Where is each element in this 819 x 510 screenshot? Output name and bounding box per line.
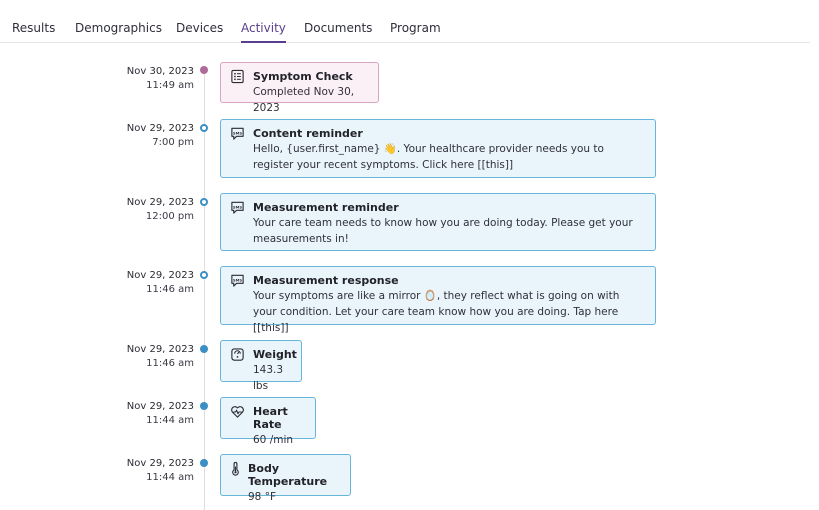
time-text: 11:44 am — [146, 472, 194, 483]
date-text: Nov 29, 2023 — [126, 123, 194, 134]
card-title: Weight — [253, 348, 297, 361]
date-text: Nov 29, 2023 — [126, 270, 194, 281]
activity-card[interactable]: Body Temperature 98 °F — [220, 454, 351, 503]
thermometer-icon — [232, 461, 239, 476]
card-title: Symptom Check — [253, 70, 353, 83]
timeline-date: Nov 29, 2023 11:46 am — [127, 269, 194, 297]
timeline-line — [204, 70, 205, 510]
activity-card[interactable]: Symptom Check Completed Nov 30, 2023 — [220, 62, 379, 114]
time-text: 11:46 am — [146, 284, 194, 295]
tab-documents[interactable]: Documents — [304, 21, 372, 35]
card-body: Your care team needs to know how you are… — [253, 217, 633, 245]
svg-text:SMS: SMS — [233, 131, 242, 135]
card-title: Content reminder — [253, 127, 363, 140]
timeline-dot — [200, 198, 208, 206]
time-text: 11:49 am — [146, 80, 194, 91]
time-text: 7:00 pm — [152, 137, 194, 148]
date-text: Nov 29, 2023 — [126, 401, 194, 412]
timeline-dot — [200, 459, 208, 467]
card-body: Hello, {user.first_name} 👋. Your healthc… — [253, 143, 604, 171]
card-title: Measurement response — [253, 274, 399, 287]
tab-activity[interactable]: Activity — [241, 21, 286, 43]
timeline-date: Nov 29, 2023 7:00 pm — [127, 122, 194, 150]
svg-text:SMS: SMS — [233, 278, 242, 282]
date-text: Nov 29, 2023 — [126, 197, 194, 208]
timeline-dot — [200, 124, 208, 132]
timeline-date: Nov 29, 2023 12:00 pm — [127, 196, 194, 224]
card-title: Body Temperature — [248, 462, 328, 488]
time-text: 11:46 am — [146, 358, 194, 369]
activity-card[interactable]: SMS Measurement reminder Your care team … — [220, 193, 656, 251]
tab-bar: Results Demographics Devices Activity Do… — [0, 0, 810, 43]
time-text: 11:44 am — [146, 415, 194, 426]
timeline-dot — [200, 402, 208, 410]
activity-card[interactable]: SMS Measurement response Your symptoms a… — [220, 266, 656, 334]
card-body: 143.3 lbs — [253, 364, 284, 392]
time-text: 12:00 pm — [145, 211, 194, 222]
card-body: Your symptoms are like a mirror 🪞, they … — [253, 290, 620, 334]
heart-rate-icon — [231, 406, 244, 418]
card-body: Completed Nov 30, 2023 — [253, 86, 355, 114]
activity-card[interactable]: Weight 143.3 lbs — [220, 340, 302, 392]
timeline-dot — [200, 345, 208, 353]
timeline-dot — [200, 271, 208, 279]
sms-icon: SMS — [231, 274, 244, 287]
tab-results[interactable]: Results — [12, 21, 55, 35]
card-title: Heart Rate — [253, 405, 288, 431]
timeline-dot — [200, 66, 208, 74]
tab-program[interactable]: Program — [390, 21, 441, 35]
timeline-date: Nov 29, 2023 11:46 am — [127, 343, 194, 371]
scale-icon — [231, 348, 244, 361]
sms-icon: SMS — [231, 127, 244, 140]
tab-devices[interactable]: Devices — [176, 21, 223, 35]
activity-card[interactable]: SMS Content reminder Hello, {user.first_… — [220, 119, 656, 178]
date-text: Nov 29, 2023 — [126, 458, 194, 469]
tab-demographics[interactable]: Demographics — [75, 21, 162, 35]
timeline-date: Nov 29, 2023 11:44 am — [127, 457, 194, 485]
card-body: 60 /min — [253, 434, 294, 446]
timeline-date: Nov 29, 2023 11:44 am — [127, 400, 194, 428]
date-text: Nov 30, 2023 — [126, 66, 194, 77]
activity-card[interactable]: Heart Rate 60 /min — [220, 397, 316, 446]
checklist-icon — [231, 69, 244, 84]
timeline-date: Nov 30, 2023 11:49 am — [127, 65, 194, 93]
svg-text:SMS: SMS — [233, 205, 242, 209]
card-title: Measurement reminder — [253, 201, 399, 214]
date-text: Nov 29, 2023 — [126, 344, 194, 355]
sms-icon: SMS — [231, 201, 244, 214]
